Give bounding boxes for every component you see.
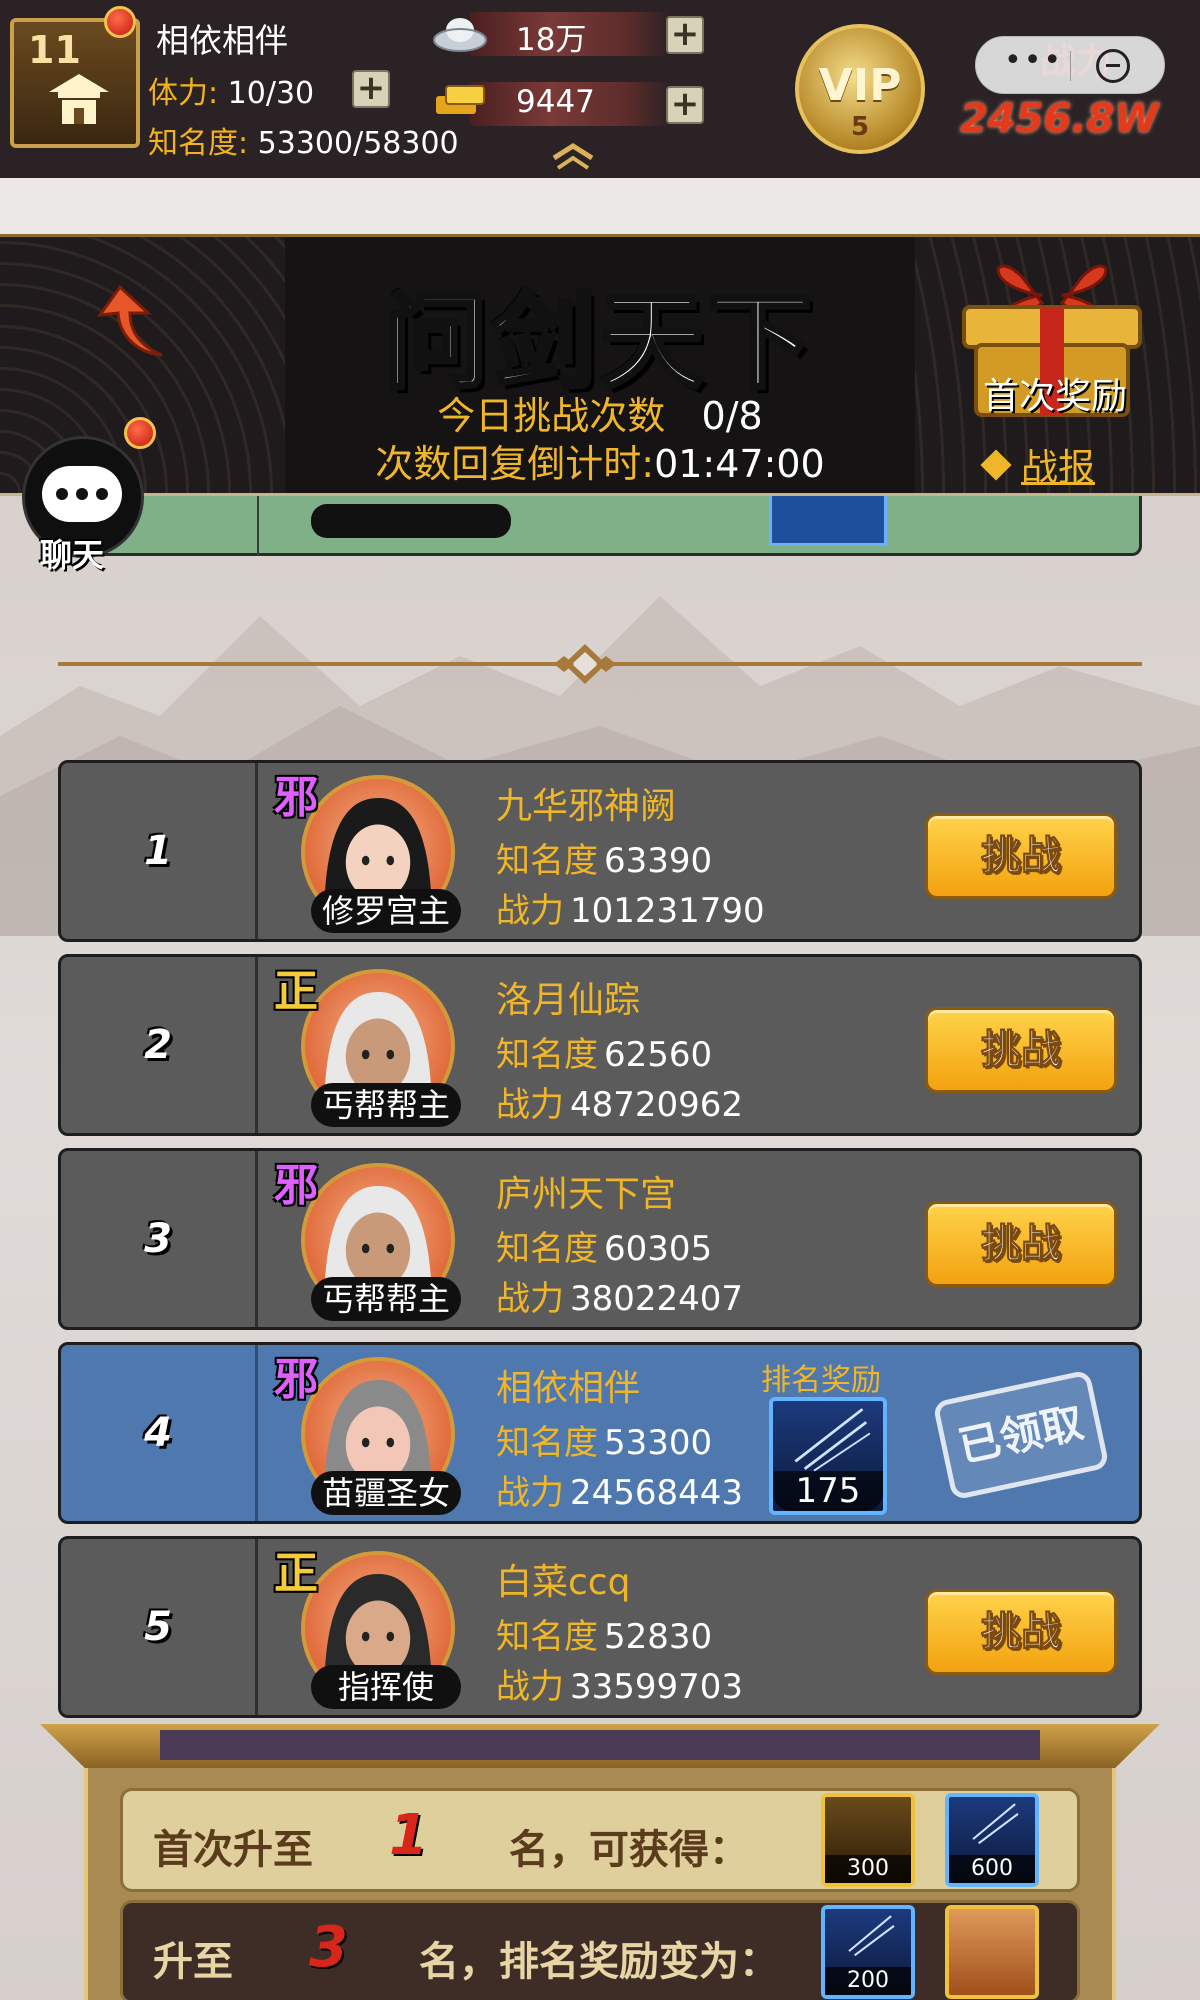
challenge-button[interactable]: 挑战 (925, 1201, 1117, 1287)
sword-item-icon[interactable]: 175 (769, 1397, 887, 1515)
challenge-button[interactable]: 挑战 (925, 1007, 1117, 1093)
sword-item-icon[interactable]: 200 (821, 1905, 915, 1999)
character-name: 指挥使 (311, 1665, 461, 1709)
faction-badge: 正 (274, 966, 318, 1017)
power-stat: 战力 48720962 (496, 1085, 744, 1125)
power-stat: 战力 101231790 (496, 891, 765, 931)
rank-target: 3 (309, 1915, 348, 1980)
silver-value: 18万 (516, 22, 587, 58)
my-rank-row: 4 邪 苗疆圣女 相依相伴 知名度 53300 战力 24568443 排名奖励 1… (58, 1342, 1142, 1524)
rank-row: 1 邪 修罗宫主 九华邪神阙 知名度 63390 战力 101231790 挑战 (58, 760, 1142, 942)
battle-report-link[interactable]: 战报 (980, 437, 1095, 491)
add-stamina-button[interactable]: + (352, 70, 390, 108)
character-name: 苗疆圣女 (311, 1471, 461, 1515)
rank-number: 4 (144, 1410, 172, 1456)
scroll-item-icon[interactable] (945, 1905, 1039, 1999)
rank-reward-panel: 首次升至 1 名，可获得： 300 600 升至 3 名，排名奖励变为： 200 (40, 1724, 1160, 2000)
divider-ornament (554, 644, 616, 684)
faction-badge: 邪 (274, 772, 318, 823)
more-icon[interactable]: ••• (1004, 43, 1063, 78)
gold-value: 9447 (516, 84, 595, 120)
rank-reward-label: 排名奖励 (761, 1363, 881, 1398)
partial-rank-row (58, 496, 1142, 556)
claimed-stamp: 已领取 (932, 1369, 1110, 1501)
event-banner: 问剑天下 今日挑战次数 0/8 次数回复倒计时:01:47:00 首次奖励 战报 (0, 234, 1200, 496)
chevron-up-icon[interactable] (548, 140, 598, 170)
rank-row: 5 正 指挥使 白菜ccq 知名度 52830 战力 33599703 挑战 (58, 1536, 1142, 1718)
chat-button[interactable]: 聊天 (22, 436, 144, 574)
reward-count: 175 (773, 1471, 883, 1511)
diamond-icon (980, 449, 1012, 481)
power-value: 2456.8W (960, 96, 1159, 142)
rank-number: 5 (144, 1604, 172, 1650)
rank-number: 2 (144, 1022, 172, 1068)
player-name: 相依相伴 (496, 1368, 641, 1409)
gold-ingot-icon (436, 85, 485, 114)
chat-icon (42, 466, 122, 522)
rank-row: 3 邪 丐帮帮主 庐州天下宫 知名度 60305 战力 38022407 挑战 (58, 1148, 1142, 1330)
fame-stat: 知名度 63390 (496, 841, 713, 881)
rank-reward-change-row: 升至 3 名，排名奖励变为： 200 (120, 1900, 1080, 2000)
first-reward-label[interactable]: 首次奖励 (955, 367, 1155, 419)
player-name: 庐州天下宫 (496, 1174, 677, 1215)
spacer (0, 178, 1200, 234)
power-stat: 战力 38022407 (496, 1279, 744, 1319)
fame-stat: 知名度 53300 (496, 1423, 713, 1463)
player-name: 白菜ccq (496, 1562, 631, 1603)
first-rank-target: 1 (389, 1803, 428, 1868)
close-miniprogram-icon[interactable] (1096, 49, 1130, 83)
stamina-stat: 体力: 10/30 (148, 76, 315, 111)
fame-stat: 知名度 52830 (496, 1617, 713, 1657)
notification-dot (104, 6, 136, 38)
character-name: 修罗宫主 (311, 889, 461, 933)
character-name: 丐帮帮主 (311, 1083, 461, 1127)
fame-stat: 知名度: 53300/58300 (148, 126, 459, 161)
ranking-area: 1 邪 修罗宫主 九华邪神阙 知名度 63390 战力 101231790 挑战 2… (0, 496, 1200, 2000)
gold-bar-item-icon[interactable]: 300 (821, 1793, 915, 1887)
top-status-bar: 11 相依相伴 体力: 10/30 + 知名度: 53300/58300 18万… (0, 0, 1200, 178)
player-name: 洛月仙踪 (496, 980, 641, 1021)
challenge-button[interactable]: 挑战 (925, 813, 1117, 899)
add-silver-button[interactable]: + (666, 16, 704, 54)
power-stat: 战力 24568443 (496, 1473, 744, 1513)
player-name: 九华邪神阙 (496, 786, 677, 827)
add-gold-button[interactable]: + (666, 86, 704, 124)
silver-ingot-icon (433, 18, 487, 52)
miniprogram-capsule[interactable]: ••• (975, 36, 1165, 94)
power-stat: 战力 33599703 (496, 1667, 744, 1707)
character-name: 丐帮帮主 (311, 1277, 461, 1321)
house-icon (49, 74, 109, 124)
challenge-button[interactable]: 挑战 (925, 1589, 1117, 1675)
vip-badge[interactable]: VIP 5 (795, 24, 925, 154)
first-rank-reward-row: 首次升至 1 名，可获得： 300 600 (120, 1788, 1080, 1892)
faction-badge: 邪 (274, 1160, 318, 1211)
player-level: 11 (28, 28, 81, 72)
player-name: 相依相伴 (156, 21, 288, 60)
rank-number: 3 (144, 1216, 172, 1262)
sword-item-icon[interactable]: 600 (945, 1793, 1039, 1887)
faction-badge: 邪 (274, 1354, 318, 1405)
faction-badge: 正 (274, 1548, 318, 1599)
rank-row: 2 正 丐帮帮主 洛月仙踪 知名度 62560 战力 48720962 挑战 (58, 954, 1142, 1136)
rank-number: 1 (144, 828, 172, 874)
fame-stat: 知名度 60305 (496, 1229, 713, 1269)
fame-stat: 知名度 62560 (496, 1035, 713, 1075)
